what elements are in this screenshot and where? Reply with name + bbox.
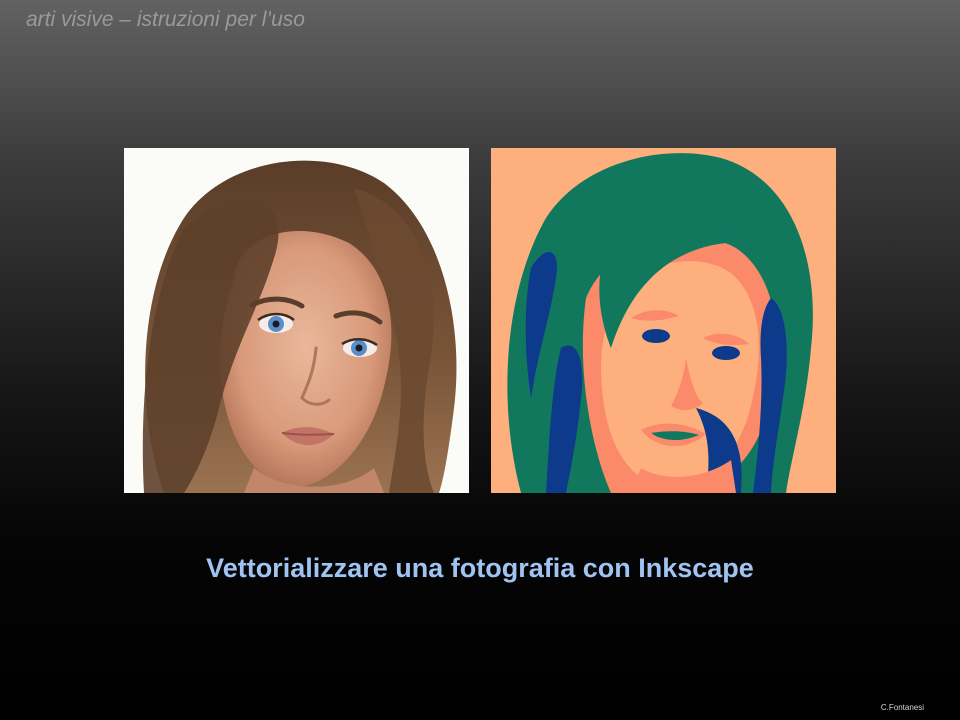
original-photo-graphic xyxy=(124,148,469,493)
vectorized-photo-graphic xyxy=(491,148,836,493)
slide-caption: Vettorializzare una fotografia con Inksc… xyxy=(206,553,754,583)
original-photo xyxy=(124,148,469,493)
vectorized-photo xyxy=(491,148,836,493)
header-title: arti visive – istruzioni per l’uso xyxy=(26,8,305,31)
author-credit: C.Fontanesi xyxy=(880,703,924,712)
